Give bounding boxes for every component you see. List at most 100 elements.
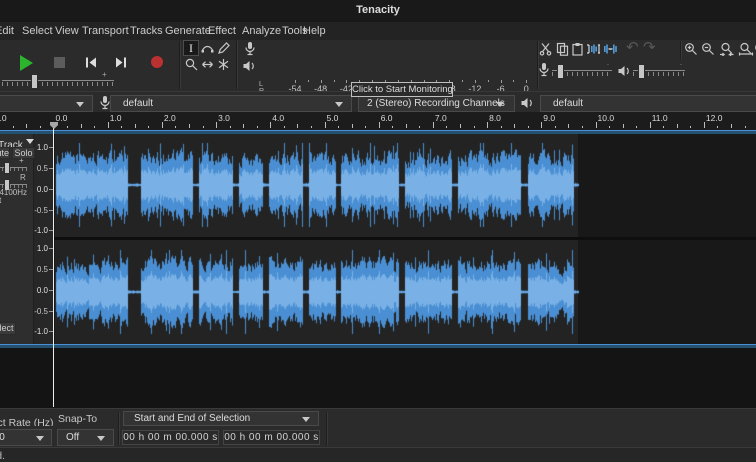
empty-track-space[interactable] xyxy=(0,347,756,408)
ruler-tick xyxy=(12,126,14,128)
zoom-in-button[interactable] xyxy=(684,42,698,56)
timeline-ruler[interactable]: -1.0 0.0 1.0 2.0 3.0 4.0 5.0 6.0 7.0 8.0 9.0 10.0 11… xyxy=(0,112,756,130)
ruler-tick xyxy=(554,126,556,128)
skip-to-end-button[interactable] xyxy=(114,55,128,70)
recording-device-dropdown[interactable]: default xyxy=(110,95,352,112)
ruler-tick xyxy=(67,126,69,128)
waveform-channel-2[interactable] xyxy=(53,240,756,344)
ruler-tick xyxy=(189,124,190,128)
playback-volume-speaker-icon xyxy=(618,66,629,76)
recording-channels-dropdown[interactable]: 2 (Stereo) Recording Channels xyxy=(358,95,515,112)
meter-tick xyxy=(320,80,322,83)
redo-button[interactable]: ↷ xyxy=(643,40,656,55)
menu-generate[interactable]: Generate xyxy=(165,25,211,37)
gain-slider-thumb[interactable] xyxy=(4,162,10,174)
chevron-down-icon xyxy=(76,102,84,107)
stop-button[interactable] xyxy=(54,57,65,68)
waveform-channel-1[interactable] xyxy=(53,133,756,237)
play-button[interactable] xyxy=(20,55,33,71)
ruler-time-label: -1.0 xyxy=(0,113,7,123)
ruler-tick xyxy=(609,126,611,128)
mute-button[interactable]: Mute xyxy=(0,147,10,159)
menu-help[interactable]: Help xyxy=(303,25,326,37)
speed-slider-thumb[interactable] xyxy=(31,74,38,89)
ruler-tick xyxy=(622,124,624,128)
playback-volume-slider[interactable]: . xyxy=(633,60,685,79)
recording-volume-mic-icon xyxy=(539,63,549,77)
recording-volume-thumb[interactable] xyxy=(557,64,564,79)
snap-to-dropdown[interactable]: Off xyxy=(57,429,114,446)
ruler-tick xyxy=(676,124,678,128)
ruler-tick xyxy=(487,122,489,128)
fit-project-button[interactable] xyxy=(738,42,754,56)
chevron-down-icon xyxy=(97,436,105,441)
vertical-scale-label: -1.0 xyxy=(34,226,48,235)
meter-tick xyxy=(346,80,348,83)
ruler-tick xyxy=(297,124,299,128)
zoom-tool-button[interactable] xyxy=(184,57,198,71)
menu-edit[interactable]: Edit xyxy=(0,25,14,37)
cut-button[interactable] xyxy=(539,42,552,56)
trim-audio-button[interactable] xyxy=(586,42,601,56)
paste-button[interactable] xyxy=(571,42,584,56)
copy-icon xyxy=(556,42,569,56)
menu-effect[interactable]: Effect xyxy=(208,25,236,37)
playback-speed-slider[interactable]: + xyxy=(2,70,114,89)
draw-tool-button[interactable] xyxy=(216,41,230,55)
track-name-menu[interactable]: Audio Track xyxy=(0,135,34,147)
ruler-time-label: 1.0 xyxy=(109,113,122,123)
scissors-icon xyxy=(539,43,552,56)
menu-analyze[interactable]: Analyze xyxy=(242,25,281,37)
envelope-tool-button[interactable] xyxy=(200,41,214,55)
undo-button[interactable]: ↶ xyxy=(626,40,639,55)
gain-slider[interactable] xyxy=(0,162,27,174)
selection-tool-button[interactable]: I xyxy=(183,40,199,56)
ruler-tick xyxy=(351,124,353,128)
menu-select[interactable]: Select xyxy=(22,25,53,37)
selection-start-field[interactable]: 00 h 00 m 00.000 s xyxy=(122,430,219,445)
skip-to-start-button[interactable] xyxy=(84,55,98,70)
playback-volume-thumb[interactable] xyxy=(638,64,645,79)
vertical-scale-label: 0.0 xyxy=(36,286,48,295)
recording-meter[interactable] xyxy=(240,40,536,60)
window-title: Tenacity xyxy=(356,4,400,16)
channel-divider xyxy=(53,237,756,240)
ruler-tick xyxy=(446,126,448,128)
selection-end-field[interactable]: 00 h 00 m 00.000 s xyxy=(223,430,320,445)
vertical-scale-label: 0.5 xyxy=(36,164,48,173)
menu-view[interactable]: View xyxy=(55,25,79,37)
fit-selection-button[interactable] xyxy=(719,42,735,56)
silence-audio-button[interactable] xyxy=(603,42,618,56)
ruler-tick xyxy=(107,122,109,128)
timeshift-tool-button[interactable] xyxy=(200,57,214,71)
playback-meter[interactable] xyxy=(240,58,536,78)
ruler-tick xyxy=(514,124,516,128)
vertical-scale-ruler[interactable]: 1.0 0.5 0.0 -0.5 -1.0 1.0 0.5 0.0 -0.5 -1.0 xyxy=(33,133,53,344)
ruler-tick xyxy=(717,126,719,128)
ruler-tick xyxy=(541,122,543,128)
multi-tool-button[interactable] xyxy=(216,57,230,71)
paste-icon xyxy=(572,43,583,56)
ruler-tick xyxy=(731,124,732,128)
magnifier-icon xyxy=(185,58,197,70)
track-format-label: 32-bit float xyxy=(0,196,33,205)
playback-device-dropdown[interactable]: default xyxy=(540,95,756,112)
chevron-down-icon xyxy=(335,102,343,107)
ruler-time-label: 4.0 xyxy=(272,113,285,123)
vertical-scale-label: 1.0 xyxy=(36,143,48,152)
menu-transport[interactable]: Transport xyxy=(82,25,129,37)
selection-mode-dropdown[interactable]: Start and End of Selection xyxy=(123,411,319,426)
project-rate-dropdown[interactable]: 44100 xyxy=(0,429,52,446)
monitoring-tooltip[interactable]: Click to Start Monitoring xyxy=(351,82,453,97)
project-rate-label: Project Rate (Hz) xyxy=(0,417,54,426)
playback-device-speaker-icon xyxy=(521,98,532,108)
menu-tracks[interactable]: Tracks xyxy=(130,25,163,37)
record-button[interactable] xyxy=(151,56,163,68)
recording-volume-slider[interactable]: . xyxy=(552,60,612,79)
copy-button[interactable] xyxy=(556,42,569,56)
track-select-button[interactable]: Select xyxy=(0,322,16,335)
track-top-border xyxy=(0,130,756,134)
zoom-out-button[interactable] xyxy=(701,42,715,56)
ruler-tick xyxy=(202,126,204,128)
audio-host-dropdown[interactable] xyxy=(0,95,93,112)
